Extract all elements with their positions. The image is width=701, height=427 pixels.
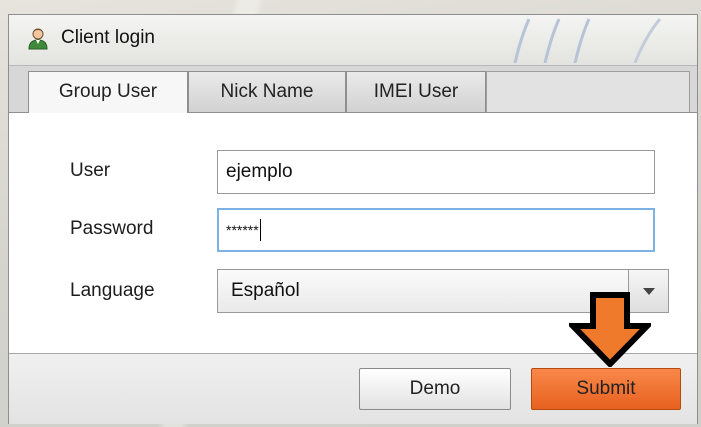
demo-button[interactable]: Demo (359, 368, 511, 410)
password-input[interactable]: ****** (217, 208, 655, 252)
demo-button-label: Demo (409, 378, 461, 399)
title-bar[interactable]: Client login (9, 15, 697, 66)
submit-button-label: Submit (576, 378, 636, 399)
decorative-lines (513, 18, 662, 63)
tab-group-user[interactable]: Group User (28, 71, 188, 113)
submit-button[interactable]: Submit (531, 368, 681, 410)
tab-imei-user[interactable]: IMEI User (346, 71, 486, 112)
user-input[interactable]: ejemplo (217, 150, 655, 194)
tab-strip: Group User Nick Name IMEI User (9, 66, 697, 113)
password-label: Password (70, 218, 154, 239)
tab-label: IMEI User (373, 81, 459, 102)
tab-label: Group User (58, 81, 158, 102)
window-title: Client login (61, 27, 155, 48)
tab-strip-filler (486, 71, 690, 112)
text-caret (259, 219, 261, 241)
password-input-value: ****** (226, 222, 259, 238)
user-label: User (70, 160, 111, 181)
tab-label: Nick Name (220, 81, 314, 102)
user-input-value: ejemplo (226, 161, 293, 182)
down-arrow-icon (569, 292, 651, 367)
tab-nick-name[interactable]: Nick Name (188, 71, 346, 112)
language-label: Language (70, 280, 155, 301)
user-icon (28, 28, 48, 50)
language-select-value: Español (231, 280, 300, 301)
